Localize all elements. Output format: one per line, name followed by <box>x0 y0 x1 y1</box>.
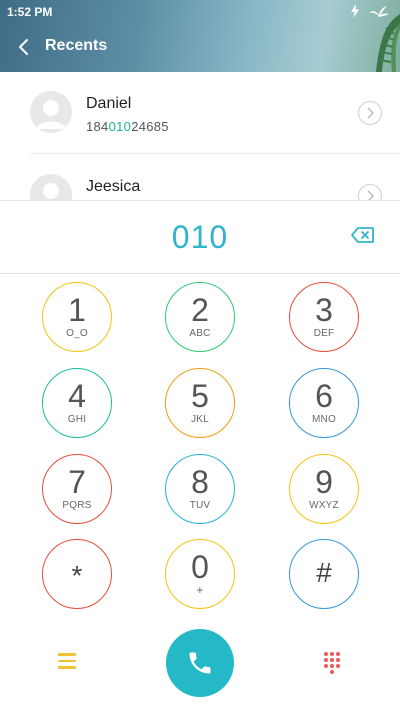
contact-row[interactable]: Jeesica <box>0 154 400 200</box>
key-digit: 1 <box>68 292 86 328</box>
key-letters: MNO <box>312 414 336 425</box>
key-letters: WXYZ <box>309 500 339 511</box>
key-letters: + <box>196 583 204 597</box>
key-digit: 3 <box>315 292 333 328</box>
app-header: 1:52 PM Recents <box>0 0 400 72</box>
key-letters: GHI <box>67 414 87 425</box>
key-4[interactable]: 4 GHI <box>42 368 112 438</box>
key-0[interactable]: 0 + <box>165 539 235 609</box>
chevron-right-icon <box>367 190 374 200</box>
key-9[interactable]: 9 WXYZ <box>289 454 359 524</box>
key-digit: 7 <box>68 464 86 500</box>
palm-leaves-decoration <box>376 14 400 72</box>
key-digit: 9 <box>315 464 333 500</box>
key-digit: 8 <box>191 464 209 500</box>
page-title: Recents <box>45 37 108 54</box>
key-letters: JKL <box>191 414 209 425</box>
status-time: 1:52 PM <box>7 5 53 19</box>
key-letters: DEF <box>313 328 335 339</box>
avatar <box>30 174 72 200</box>
key-6[interactable]: 6 MNO <box>289 368 359 438</box>
contact-name: Daniel <box>86 95 132 112</box>
chevron-right-icon <box>367 107 374 119</box>
dialed-number: 010 <box>171 219 229 255</box>
number-match-highlight: 010 <box>108 119 132 134</box>
key-1[interactable]: 1 O_O <box>42 282 112 352</box>
key-digit: 2 <box>191 292 209 328</box>
key-digit: 6 <box>315 378 333 414</box>
key-2[interactable]: 2 ABC <box>165 282 235 352</box>
key-digit: 0 <box>191 549 209 585</box>
key-7[interactable]: 7 PQRS <box>42 454 112 524</box>
key-letters: ABC <box>189 328 211 339</box>
recents-contact-list: Daniel 18401024685 Jeesica <box>0 72 400 200</box>
dial-display: 010 <box>0 200 400 274</box>
key-3[interactable]: 3 DEF <box>289 282 359 352</box>
back-button[interactable] <box>12 34 38 60</box>
dialpad-grid-icon[interactable] <box>323 652 345 674</box>
number-suffix: 24685 <box>131 119 169 134</box>
avatar <box>30 91 72 133</box>
key-digit: * <box>71 560 83 591</box>
contact-detail-button[interactable] <box>358 101 382 125</box>
contact-number: 18401024685 <box>86 119 169 134</box>
call-button[interactable] <box>166 629 234 697</box>
contact-name: Jeesica <box>86 178 141 195</box>
key-letters: TUV <box>189 500 211 511</box>
key-hash[interactable]: # <box>289 539 359 609</box>
contact-detail-button[interactable] <box>358 184 382 200</box>
keypad: 1 O_O 2 ABC 3 DEF 4 GHI 5 JKL 6 MNO 7 PQ… <box>0 274 400 624</box>
contact-row[interactable]: Daniel 18401024685 <box>0 72 400 154</box>
backspace-icon[interactable] <box>350 225 376 245</box>
key-digit: 4 <box>68 378 86 414</box>
hamburger-menu-icon[interactable] <box>56 653 78 671</box>
key-digit: # <box>316 557 332 588</box>
key-letters: O_O <box>66 328 88 339</box>
phone-icon <box>189 652 211 674</box>
key-8[interactable]: 8 TUV <box>165 454 235 524</box>
key-digit: 5 <box>191 378 209 414</box>
number-prefix: 184 <box>86 119 109 134</box>
key-star[interactable]: * <box>42 539 112 609</box>
key-5[interactable]: 5 JKL <box>165 368 235 438</box>
key-letters: PQRS <box>62 500 92 511</box>
